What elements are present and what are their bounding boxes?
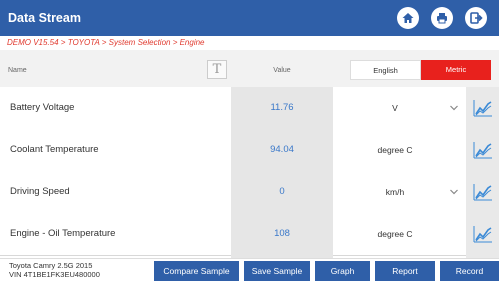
line-chart-icon: [473, 184, 492, 201]
line-chart-icon: [473, 226, 492, 243]
vehicle-model: Toyota Camry 2.5G 2015: [9, 261, 93, 270]
parameter-name: Coolant Temperature: [10, 144, 99, 155]
metric-units-tab[interactable]: Metric: [421, 60, 491, 80]
record-button[interactable]: Record: [440, 261, 499, 281]
graph-button[interactable]: [466, 129, 499, 171]
table-row[interactable]: Engine - Oil Temperature 108 degree C: [0, 213, 499, 256]
home-icon: [402, 13, 414, 23]
parameter-name: Engine - Oil Temperature: [10, 228, 116, 239]
vehicle-vin: VIN 4T1BE1FK3EU480000: [9, 270, 100, 279]
unit-label: degree C: [377, 145, 413, 155]
parameter-value: 94.04: [231, 129, 333, 171]
vehicle-info: Toyota Camry 2.5G 2015 VIN 4T1BE1FK3EU48…: [9, 261, 100, 279]
parameter-value: 0: [231, 171, 333, 213]
parameter-name: Battery Voltage: [10, 102, 75, 113]
footer-bar: Toyota Camry 2.5G 2015 VIN 4T1BE1FK3EU48…: [0, 258, 499, 281]
font-size-button[interactable]: T: [207, 60, 227, 79]
print-icon: [437, 13, 447, 24]
exit-button[interactable]: [465, 7, 487, 29]
table-row[interactable]: Battery Voltage 11.76 V: [0, 87, 499, 130]
parameter-name: Driving Speed: [10, 186, 70, 197]
parameter-value: 11.76: [231, 87, 333, 129]
line-chart-icon: [473, 142, 492, 159]
graph-button[interactable]: [466, 213, 499, 255]
unit-selector[interactable]: V: [340, 87, 450, 129]
value-column-header: Value: [273, 67, 291, 74]
graph-button[interactable]: [466, 171, 499, 213]
parameter-value: 108: [231, 213, 333, 255]
print-button[interactable]: [431, 7, 453, 29]
breadcrumb: DEMO V15.54 > TOYOTA > System Selection …: [0, 36, 499, 50]
line-chart-icon: [473, 100, 492, 117]
graph-button[interactable]: Graph: [315, 261, 370, 281]
save-sample-button[interactable]: Save Sample: [244, 261, 310, 281]
english-units-tab[interactable]: English: [350, 60, 421, 80]
chevron-down-icon[interactable]: [449, 187, 459, 197]
compare-sample-button[interactable]: Compare Sample: [154, 261, 239, 281]
exit-icon: [470, 12, 483, 24]
table-row[interactable]: Driving Speed 0 km/h: [0, 171, 499, 214]
chevron-down-icon[interactable]: [449, 103, 459, 113]
column-header: Name T Value English Metric: [0, 50, 499, 87]
unit-selector[interactable]: km/h: [340, 171, 450, 213]
table-row[interactable]: Coolant Temperature 94.04 degree C: [0, 129, 499, 172]
name-column-header: Name: [8, 67, 27, 74]
title-bar: Data Stream: [0, 0, 499, 36]
unit-label: degree C: [377, 229, 413, 239]
home-button[interactable]: [397, 7, 419, 29]
page-title: Data Stream: [8, 11, 81, 25]
report-button[interactable]: Report: [375, 261, 435, 281]
graph-button[interactable]: [466, 87, 499, 129]
